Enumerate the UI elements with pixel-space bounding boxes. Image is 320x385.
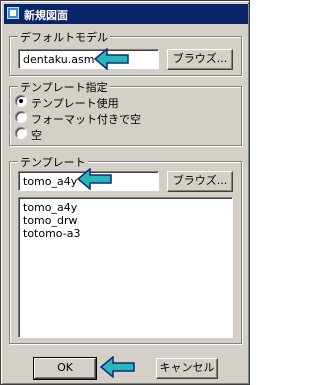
radio-empty-with-format-control[interactable]	[15, 111, 27, 123]
window-title: 新規図面	[24, 9, 68, 22]
annotation-arrow-icon	[94, 48, 129, 70]
radio-empty-control[interactable]	[15, 127, 27, 139]
default-model-browse-button[interactable]: ブラウズ...	[167, 49, 233, 70]
radio-use-template-label: テンプレート使用	[31, 97, 119, 110]
annotation-arrow-icon	[100, 356, 135, 378]
cancel-button[interactable]: キャンセル	[156, 358, 218, 379]
radio-empty-label: 空	[31, 129, 42, 142]
default-model-label: デフォルトモデル	[18, 29, 110, 45]
list-item[interactable]: tomo_a4y	[23, 201, 228, 214]
list-item[interactable]: totomo-a3	[23, 227, 228, 240]
radio-use-template-control[interactable]	[15, 95, 27, 107]
ok-button[interactable]: OK	[33, 357, 97, 380]
template-list[interactable]: tomo_a4y tomo_drw totomo-a3	[18, 197, 233, 338]
annotation-arrow-icon	[77, 168, 112, 190]
template-browse-button[interactable]: ブラウズ...	[167, 171, 233, 192]
template-spec-label: テンプレート指定	[18, 79, 110, 95]
list-item[interactable]: tomo_drw	[23, 214, 228, 227]
new-drawing-dialog: 新規図面 デフォルトモデル dentaku.asm ブラウズ... テンプレート…	[0, 0, 250, 385]
title-bar[interactable]: 新規図面	[4, 4, 248, 24]
window-app-icon	[7, 7, 19, 19]
default-model-input[interactable]: dentaku.asm	[18, 49, 159, 69]
radio-empty-with-format-label: フォーマット付きで空	[31, 113, 141, 126]
